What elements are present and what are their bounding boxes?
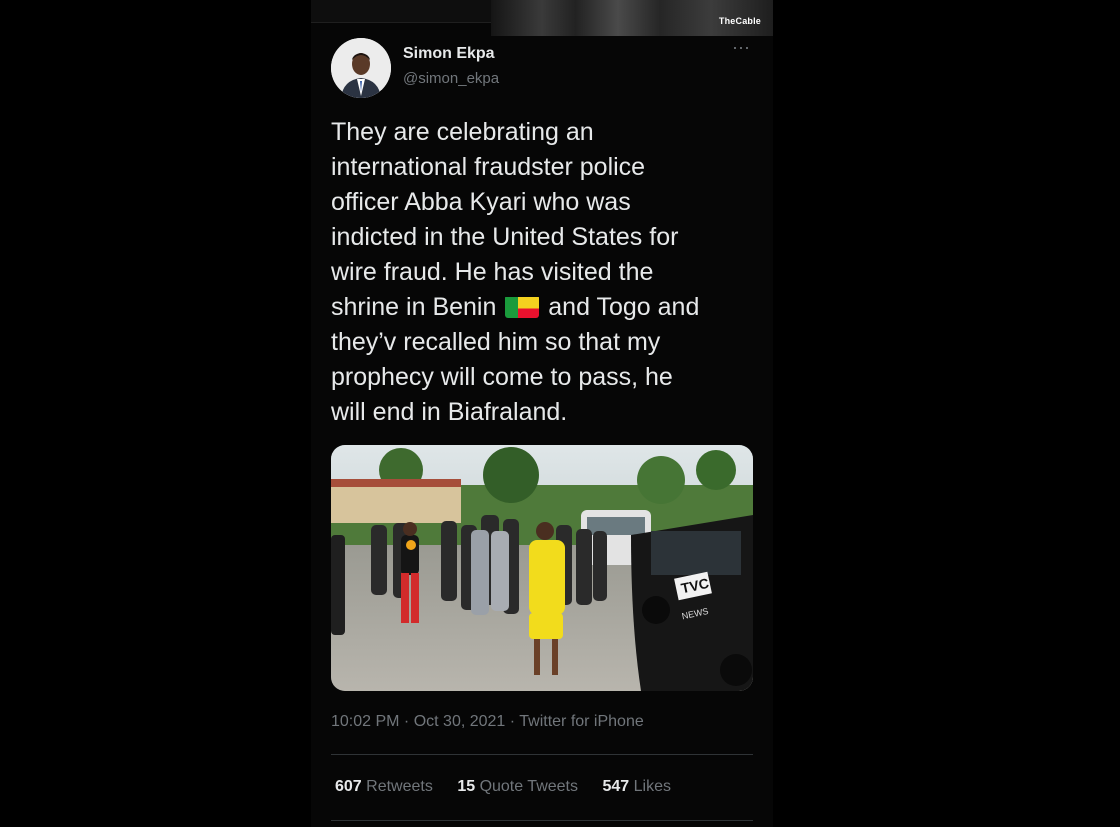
- divider: [331, 820, 753, 821]
- retweets-label: Retweets: [366, 778, 433, 795]
- crowd-photo: TVC NEWS: [331, 445, 753, 691]
- more-options-icon[interactable]: ···: [727, 38, 755, 60]
- benin-flag-icon: [505, 295, 540, 318]
- retweets-count: 607: [335, 778, 362, 795]
- quote-tweets-count: 15: [457, 778, 476, 795]
- tweet-photo[interactable]: TVC NEWS: [331, 445, 753, 691]
- likes-stat[interactable]: 547 Likes: [602, 778, 671, 796]
- tweet-timestamp[interactable]: 10:02 PM · Oct 30, 2021 · Twitter for iP…: [331, 713, 644, 731]
- tweet-panel: TheCable Simon Ekpa @simon_ekpa ··· They…: [311, 0, 773, 827]
- author-name[interactable]: Simon Ekpa: [403, 45, 495, 63]
- avatar-image: [331, 38, 391, 98]
- quote-tweets-label: Quote Tweets: [479, 778, 578, 795]
- likes-label: Likes: [633, 778, 671, 795]
- watermark: TheCable: [718, 16, 761, 26]
- retweets-stat[interactable]: 607 Retweets: [335, 778, 433, 796]
- avatar[interactable]: [331, 38, 391, 98]
- likes-count: 547: [602, 778, 630, 795]
- engagement-stats: 607 Retweets 15 Quote Tweets 547 Likes: [335, 778, 691, 796]
- quote-tweets-stat[interactable]: 15 Quote Tweets: [457, 778, 578, 796]
- tweet-text: They are celebrating an international fr…: [331, 115, 757, 430]
- divider: [331, 754, 753, 755]
- tweet-text-part-1: They are celebrating an international fr…: [331, 118, 679, 321]
- video-thumbnail-strip[interactable]: TheCable: [491, 0, 773, 36]
- author-handle[interactable]: @simon_ekpa: [403, 70, 499, 87]
